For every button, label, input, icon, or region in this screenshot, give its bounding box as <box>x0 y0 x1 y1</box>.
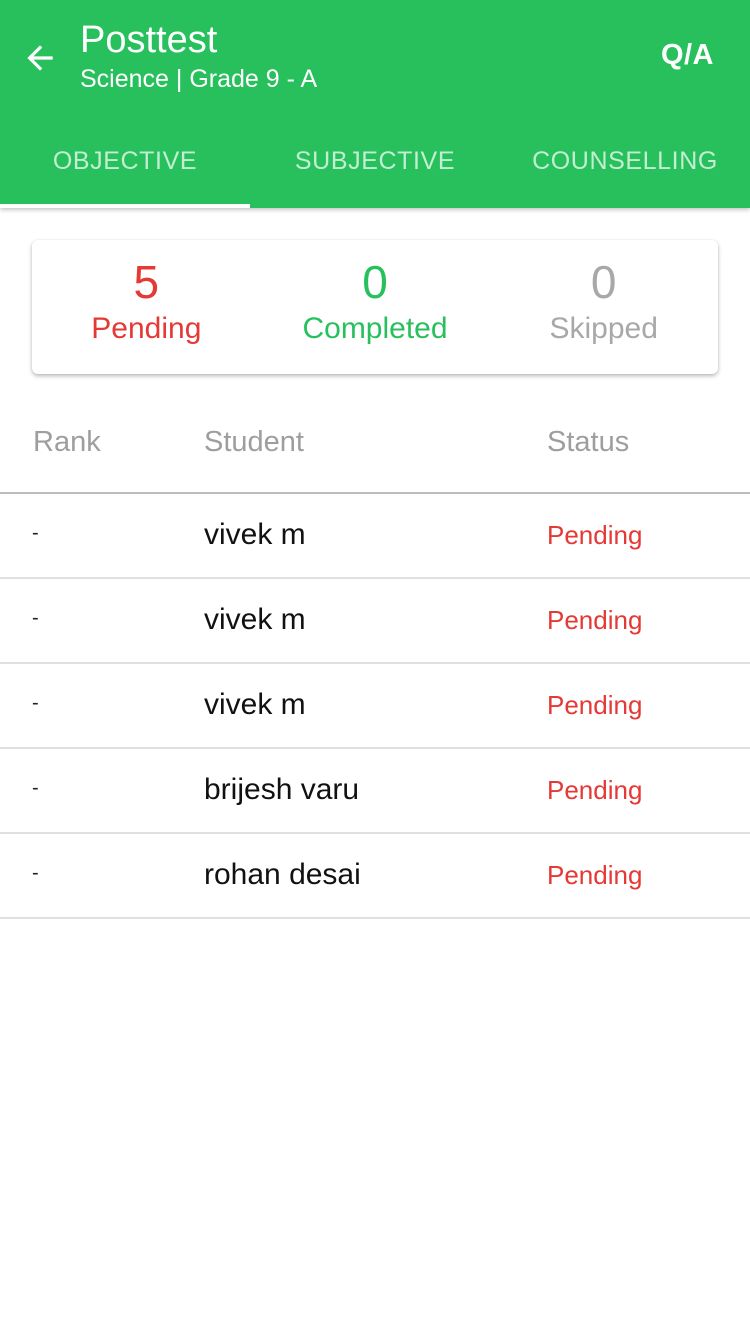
table-row[interactable]: - vivek m Pending <box>0 579 750 664</box>
status-cell: Pending <box>547 690 643 720</box>
student-cell: vivek m <box>204 688 306 721</box>
student-list: - vivek m Pending - vivek m Pending - vi… <box>0 494 750 919</box>
rank-cell: - <box>32 862 39 884</box>
table-row[interactable]: - vivek m Pending <box>0 494 750 579</box>
arrow-left-icon <box>27 45 53 71</box>
skipped-count: 0 <box>590 256 617 308</box>
table-row[interactable]: - vivek m Pending <box>0 664 750 749</box>
rank-cell: - <box>32 777 39 799</box>
completed-label: Completed <box>302 312 448 345</box>
pending-count: 5 <box>133 256 160 308</box>
tab-subjective[interactable]: SUBJECTIVE <box>250 126 500 208</box>
column-header-status: Status <box>547 426 630 458</box>
tab-bar: OBJECTIVE SUBJECTIVE COUNSELLING <box>0 126 750 208</box>
status-cell: Pending <box>547 775 643 805</box>
tab-objective[interactable]: OBJECTIVE <box>0 126 250 208</box>
status-cell: Pending <box>547 860 643 890</box>
skipped-stat: 0 Skipped <box>489 240 718 374</box>
table-header: Rank Student Status <box>0 400 750 494</box>
back-button[interactable] <box>14 32 66 84</box>
status-cell: Pending <box>547 520 643 550</box>
rank-cell: - <box>32 692 39 714</box>
summary-card: 5 Pending 0 Completed 0 Skipped <box>32 240 718 374</box>
table-row[interactable]: - brijesh varu Pending <box>0 749 750 834</box>
column-header-student: Student <box>204 426 304 458</box>
completed-count: 0 <box>362 256 388 308</box>
student-cell: vivek m <box>204 518 306 551</box>
page-subtitle: Science | Grade 9 - A <box>80 65 318 93</box>
pending-label: Pending <box>91 312 202 345</box>
completed-stat: 0 Completed <box>261 240 490 374</box>
app-bar: Posttest Science | Grade 9 - A Q/A OBJEC… <box>0 0 750 208</box>
rank-cell: - <box>32 607 39 629</box>
column-header-rank: Rank <box>33 426 101 458</box>
skipped-label: Skipped <box>549 312 658 345</box>
table-row[interactable]: - rohan desai Pending <box>0 834 750 919</box>
student-cell: vivek m <box>204 603 306 636</box>
rank-cell: - <box>32 522 39 544</box>
student-cell: rohan desai <box>204 858 361 891</box>
status-cell: Pending <box>547 605 643 635</box>
qa-button[interactable]: Q/A <box>661 36 714 74</box>
tab-counselling[interactable]: COUNSELLING <box>500 126 750 208</box>
page-title: Posttest <box>80 19 218 61</box>
student-cell: brijesh varu <box>204 773 360 806</box>
pending-stat: 5 Pending <box>32 240 261 374</box>
